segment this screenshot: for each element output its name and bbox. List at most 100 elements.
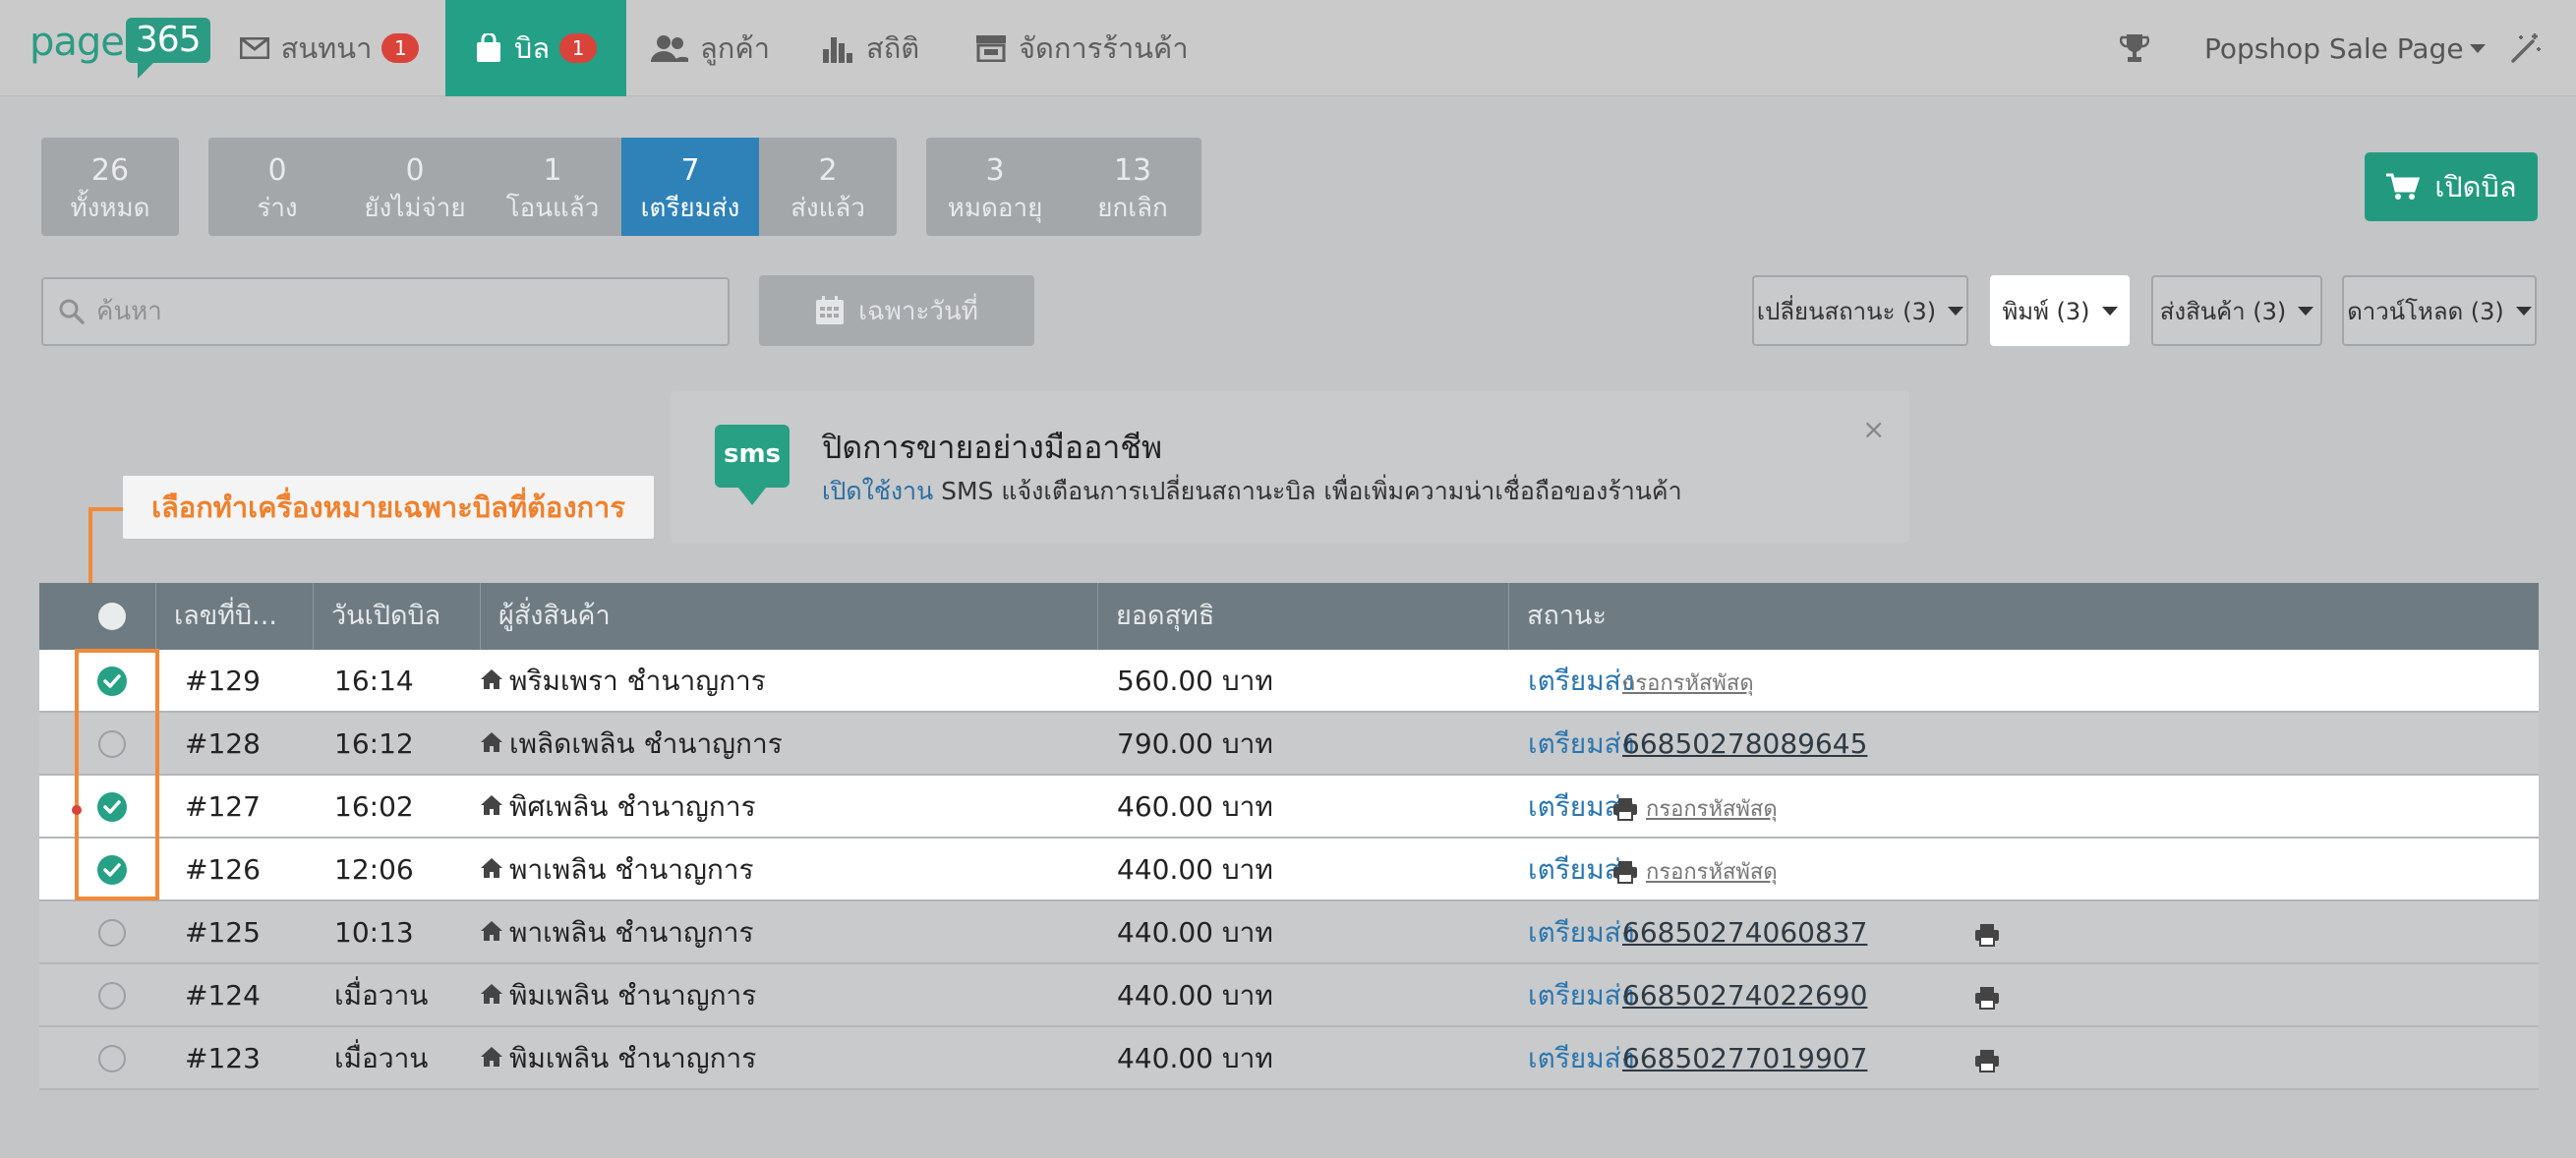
status-badge[interactable]: เตรียมส่ง	[1528, 901, 1634, 964]
printer-icon[interactable]	[1612, 860, 1638, 884]
customer-name[interactable]: พาเพลิน ชำนาญการ	[509, 853, 754, 886]
selection-highlight-box	[75, 649, 159, 900]
date-filter-button[interactable]: เฉพาะวันที่	[759, 275, 1034, 346]
bills-table: เลขที่บิ... วันเปิดบิล ผู้สั่งสินค้า ยอด…	[39, 583, 2539, 1090]
tracking-cell: 66850278089645	[1622, 713, 1867, 776]
row-checkbox[interactable]	[98, 1045, 126, 1072]
ship-dropdown[interactable]: ส่งสินค้า (3)	[2151, 275, 2322, 346]
customer-name[interactable]: พริมเพรา ชำนาญการ	[509, 665, 766, 697]
callout-connector-horizontal	[88, 507, 123, 511]
tracking-number[interactable]: 66850278089645	[1622, 727, 1867, 760]
tab-label: ทั้งหมด	[70, 194, 150, 223]
bill-number[interactable]: #129	[185, 650, 261, 713]
tab-transferred[interactable]: 1 โอนแล้ว	[484, 138, 621, 236]
trophy-button[interactable]	[2120, 0, 2149, 96]
col-customer[interactable]: ผู้สั่งสินค้า	[480, 583, 1097, 650]
col-opened[interactable]: วันเปิดบิล	[313, 583, 480, 650]
sms-promo-panel: sms ปิดการขายอย่างมืออาชีพ เปิดใช้งาน SM…	[671, 391, 1909, 543]
status-badge[interactable]: เตรียมส่ง	[1528, 650, 1634, 713]
annotation-callout: เลือกทำเครื่องหมายเฉพาะบิลที่ต้องการ	[123, 476, 654, 539]
change-status-dropdown[interactable]: เปลี่ยนสถานะ (3)	[1752, 275, 1968, 346]
trophy-icon	[2120, 34, 2149, 62]
status-badge[interactable]: เตรียมส่ง	[1528, 713, 1634, 776]
tab-cancelled[interactable]: 13 ยกเลิก	[1064, 138, 1201, 236]
customer-name[interactable]: พิมเพลิน ชำนาญการ	[509, 979, 756, 1012]
status-badge[interactable]: เตรียมส่ง	[1528, 1027, 1634, 1090]
customer-cell: พิศเพลิน ชำนาญการ	[480, 776, 756, 839]
bill-number[interactable]: #128	[185, 713, 261, 776]
tab-expired[interactable]: 3 หมดอายุ	[926, 138, 1064, 236]
enter-tracking-link[interactable]: กรอกรหัสพัสดุ	[1646, 860, 1778, 885]
tab-shipped[interactable]: 2 ส่งแล้ว	[759, 138, 897, 236]
col-bill-no[interactable]: เลขที่บิ...	[155, 583, 313, 650]
tab-all[interactable]: 26 ทั้งหมด	[41, 138, 179, 236]
col-status[interactable]: สถานะ	[1508, 583, 2539, 650]
house-icon	[481, 732, 502, 752]
table-row[interactable]: #126 12:06 พาเพลิน ชำนาญการ 440.00 บาท เ…	[39, 839, 2539, 901]
printer-icon[interactable]	[1974, 923, 2000, 947]
row-checkbox[interactable]	[98, 982, 126, 1010]
sms-description: SMS แจ้งเตือนการเปลี่ยนสถานะบิล เพื่อเพิ…	[933, 477, 1682, 505]
bill-time: 16:02	[334, 790, 414, 823]
table-row[interactable]: #124 เมื่อวาน พิมเพลิน ชำนาญการ 440.00 บ…	[39, 964, 2539, 1027]
tab-draft[interactable]: 0 ร่าง	[208, 138, 346, 236]
tab-unpaid[interactable]: 0 ยังไม่จ่าย	[346, 138, 484, 236]
tab-preparing[interactable]: 7 เตรียมส่ง	[621, 138, 759, 236]
row-checkbox[interactable]	[98, 919, 126, 947]
open-bill-button[interactable]: เปิดบิล	[2365, 152, 2538, 221]
change-status-label: เปลี่ยนสถานะ (3)	[1756, 297, 1937, 325]
page365-logo[interactable]: page 365	[29, 18, 210, 85]
magic-wand-button[interactable]	[2509, 0, 2543, 96]
customer-name[interactable]: พิศเพลิน ชำนาญการ	[509, 790, 756, 823]
customer-name[interactable]: พิมเพลิน ชำนาญการ	[509, 1042, 756, 1074]
nav-stats[interactable]: สถิติ	[821, 0, 959, 96]
logo-number: 365	[125, 18, 210, 79]
page-selector[interactable]: Popshop Sale Page	[2204, 0, 2486, 96]
customer-name[interactable]: พาเพลิน ชำนาญการ	[509, 916, 754, 949]
calendar-icon	[816, 296, 845, 324]
col-total[interactable]: ยอดสุทธิ	[1097, 583, 1508, 650]
tracking-number[interactable]: 66850274022690	[1622, 979, 1867, 1012]
bill-number[interactable]: #126	[185, 839, 261, 901]
enter-tracking-link[interactable]: กรอกรหัสพัสดุ	[1646, 797, 1778, 822]
search-icon	[59, 299, 85, 324]
status-badge[interactable]: เตรียมส่ง	[1528, 964, 1634, 1027]
bill-number[interactable]: #123	[185, 1027, 261, 1090]
bill-number[interactable]: #127	[185, 776, 261, 839]
table-row[interactable]: #129 16:14 พริมเพรา ชำนาญการ 560.00 บาท …	[39, 650, 2539, 713]
caret-down-icon	[1948, 306, 1964, 316]
bill-number[interactable]: #125	[185, 901, 261, 964]
bill-time: เมื่อวาน	[334, 979, 429, 1012]
table-row[interactable]: #127 16:02 พิศเพลิน ชำนาญการ 460.00 บาท …	[39, 776, 2539, 839]
tracking-number[interactable]: 66850274060837	[1622, 916, 1867, 949]
table-row[interactable]: #128 16:12 เพลิดเพลิน ชำนาญการ 790.00 บา…	[39, 713, 2539, 776]
print-dropdown[interactable]: พิมพ์ (3)	[1990, 275, 2130, 346]
customer-cell: พาเพลิน ชำนาญการ	[480, 839, 754, 901]
sms-enable-link[interactable]: เปิดใช้งาน	[822, 477, 933, 505]
close-icon[interactable]: ×	[1862, 413, 1885, 445]
bill-number[interactable]: #124	[185, 964, 261, 1027]
house-icon	[481, 921, 502, 941]
tracking-number[interactable]: 66850277019907	[1622, 1042, 1867, 1074]
tab-label: ร่าง	[257, 194, 298, 223]
printer-icon[interactable]	[1974, 986, 2000, 1010]
customer-cell: พิมเพลิน ชำนาญการ	[480, 964, 756, 1027]
search-input[interactable]	[96, 297, 686, 326]
enter-tracking-link[interactable]: กรอกรหัสพัสดุ	[1622, 671, 1754, 696]
sms-title: ปิดการขายอย่างมืออาชีพ	[822, 429, 1163, 466]
printer-icon[interactable]	[1974, 1049, 2000, 1072]
nav-bills[interactable]: บิล 1	[445, 0, 626, 96]
tracking-cell: 66850274022690	[1622, 964, 1867, 1027]
table-row[interactable]: #123 เมื่อวาน พิมเพลิน ชำนาญการ 440.00 บ…	[39, 1027, 2539, 1090]
caret-down-icon	[2101, 306, 2118, 316]
select-all-radio[interactable]	[98, 603, 126, 630]
nav-manage-shop[interactable]: จัดการร้านค้า	[975, 0, 1211, 96]
bill-time: 16:12	[334, 727, 414, 760]
nav-chat[interactable]: สนทนา 1	[226, 0, 433, 96]
table-row[interactable]: #125 10:13 พาเพลิน ชำนาญการ 440.00 บาท เ…	[39, 901, 2539, 964]
customer-name[interactable]: เพลิดเพลิน ชำนาญการ	[509, 727, 783, 760]
printer-icon[interactable]	[1612, 797, 1638, 821]
download-dropdown[interactable]: ดาวน์โหลด (3)	[2342, 275, 2537, 346]
nav-bills-label: บิล	[513, 31, 551, 65]
nav-customers[interactable]: ลูกค้า	[651, 0, 808, 96]
